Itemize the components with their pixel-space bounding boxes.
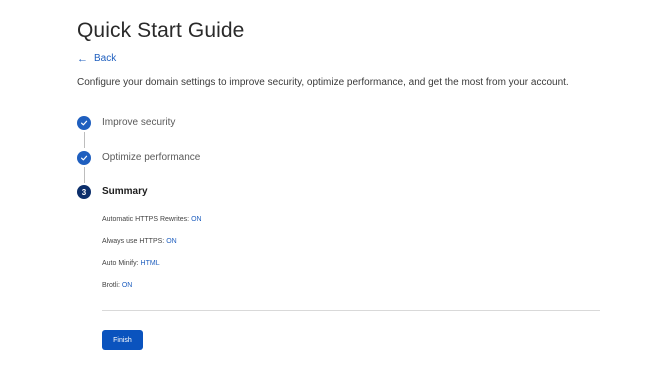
summary-value: ON — [191, 216, 202, 223]
check-icon — [77, 116, 91, 130]
divider — [102, 310, 600, 311]
check-icon — [77, 151, 91, 165]
step-label: Improve security — [102, 117, 176, 128]
arrow-left-icon: ← — [77, 53, 88, 65]
summary-label: Brotli: — [102, 282, 120, 289]
intro-text: Configure your domain settings to improv… — [77, 77, 569, 88]
step-optimize-performance: Optimize performance — [77, 151, 200, 165]
summary-label: Auto Minify: — [102, 260, 139, 267]
step-connector — [83, 132, 85, 148]
summary-value: ON — [166, 238, 177, 245]
step-label: Optimize performance — [102, 152, 201, 163]
back-link[interactable]: ← Back — [77, 52, 116, 66]
summary-item: Automatic HTTPS Rewrites: ON — [102, 215, 202, 225]
finish-button[interactable]: Finish — [102, 330, 143, 350]
summary-value: ON — [121, 282, 133, 289]
step-improve-security: Improve security — [77, 116, 175, 130]
summary-label: Always use HTTPS: — [102, 238, 165, 245]
back-label: Back — [94, 53, 117, 64]
step-label: Summary — [102, 186, 148, 197]
step-number-badge: 3 — [77, 185, 91, 199]
step-connector — [83, 167, 85, 183]
summary-value: HTML — [140, 260, 160, 267]
step-summary: 3 Summary — [77, 185, 148, 199]
summary-label: Automatic HTTPS Rewrites: — [102, 216, 190, 223]
summary-item: Brotli: ON — [102, 281, 132, 291]
summary-item: Always use HTTPS: ON — [102, 237, 177, 247]
page-title: Quick Start Guide — [77, 19, 245, 42]
summary-item: Auto Minify: HTML — [102, 259, 160, 269]
